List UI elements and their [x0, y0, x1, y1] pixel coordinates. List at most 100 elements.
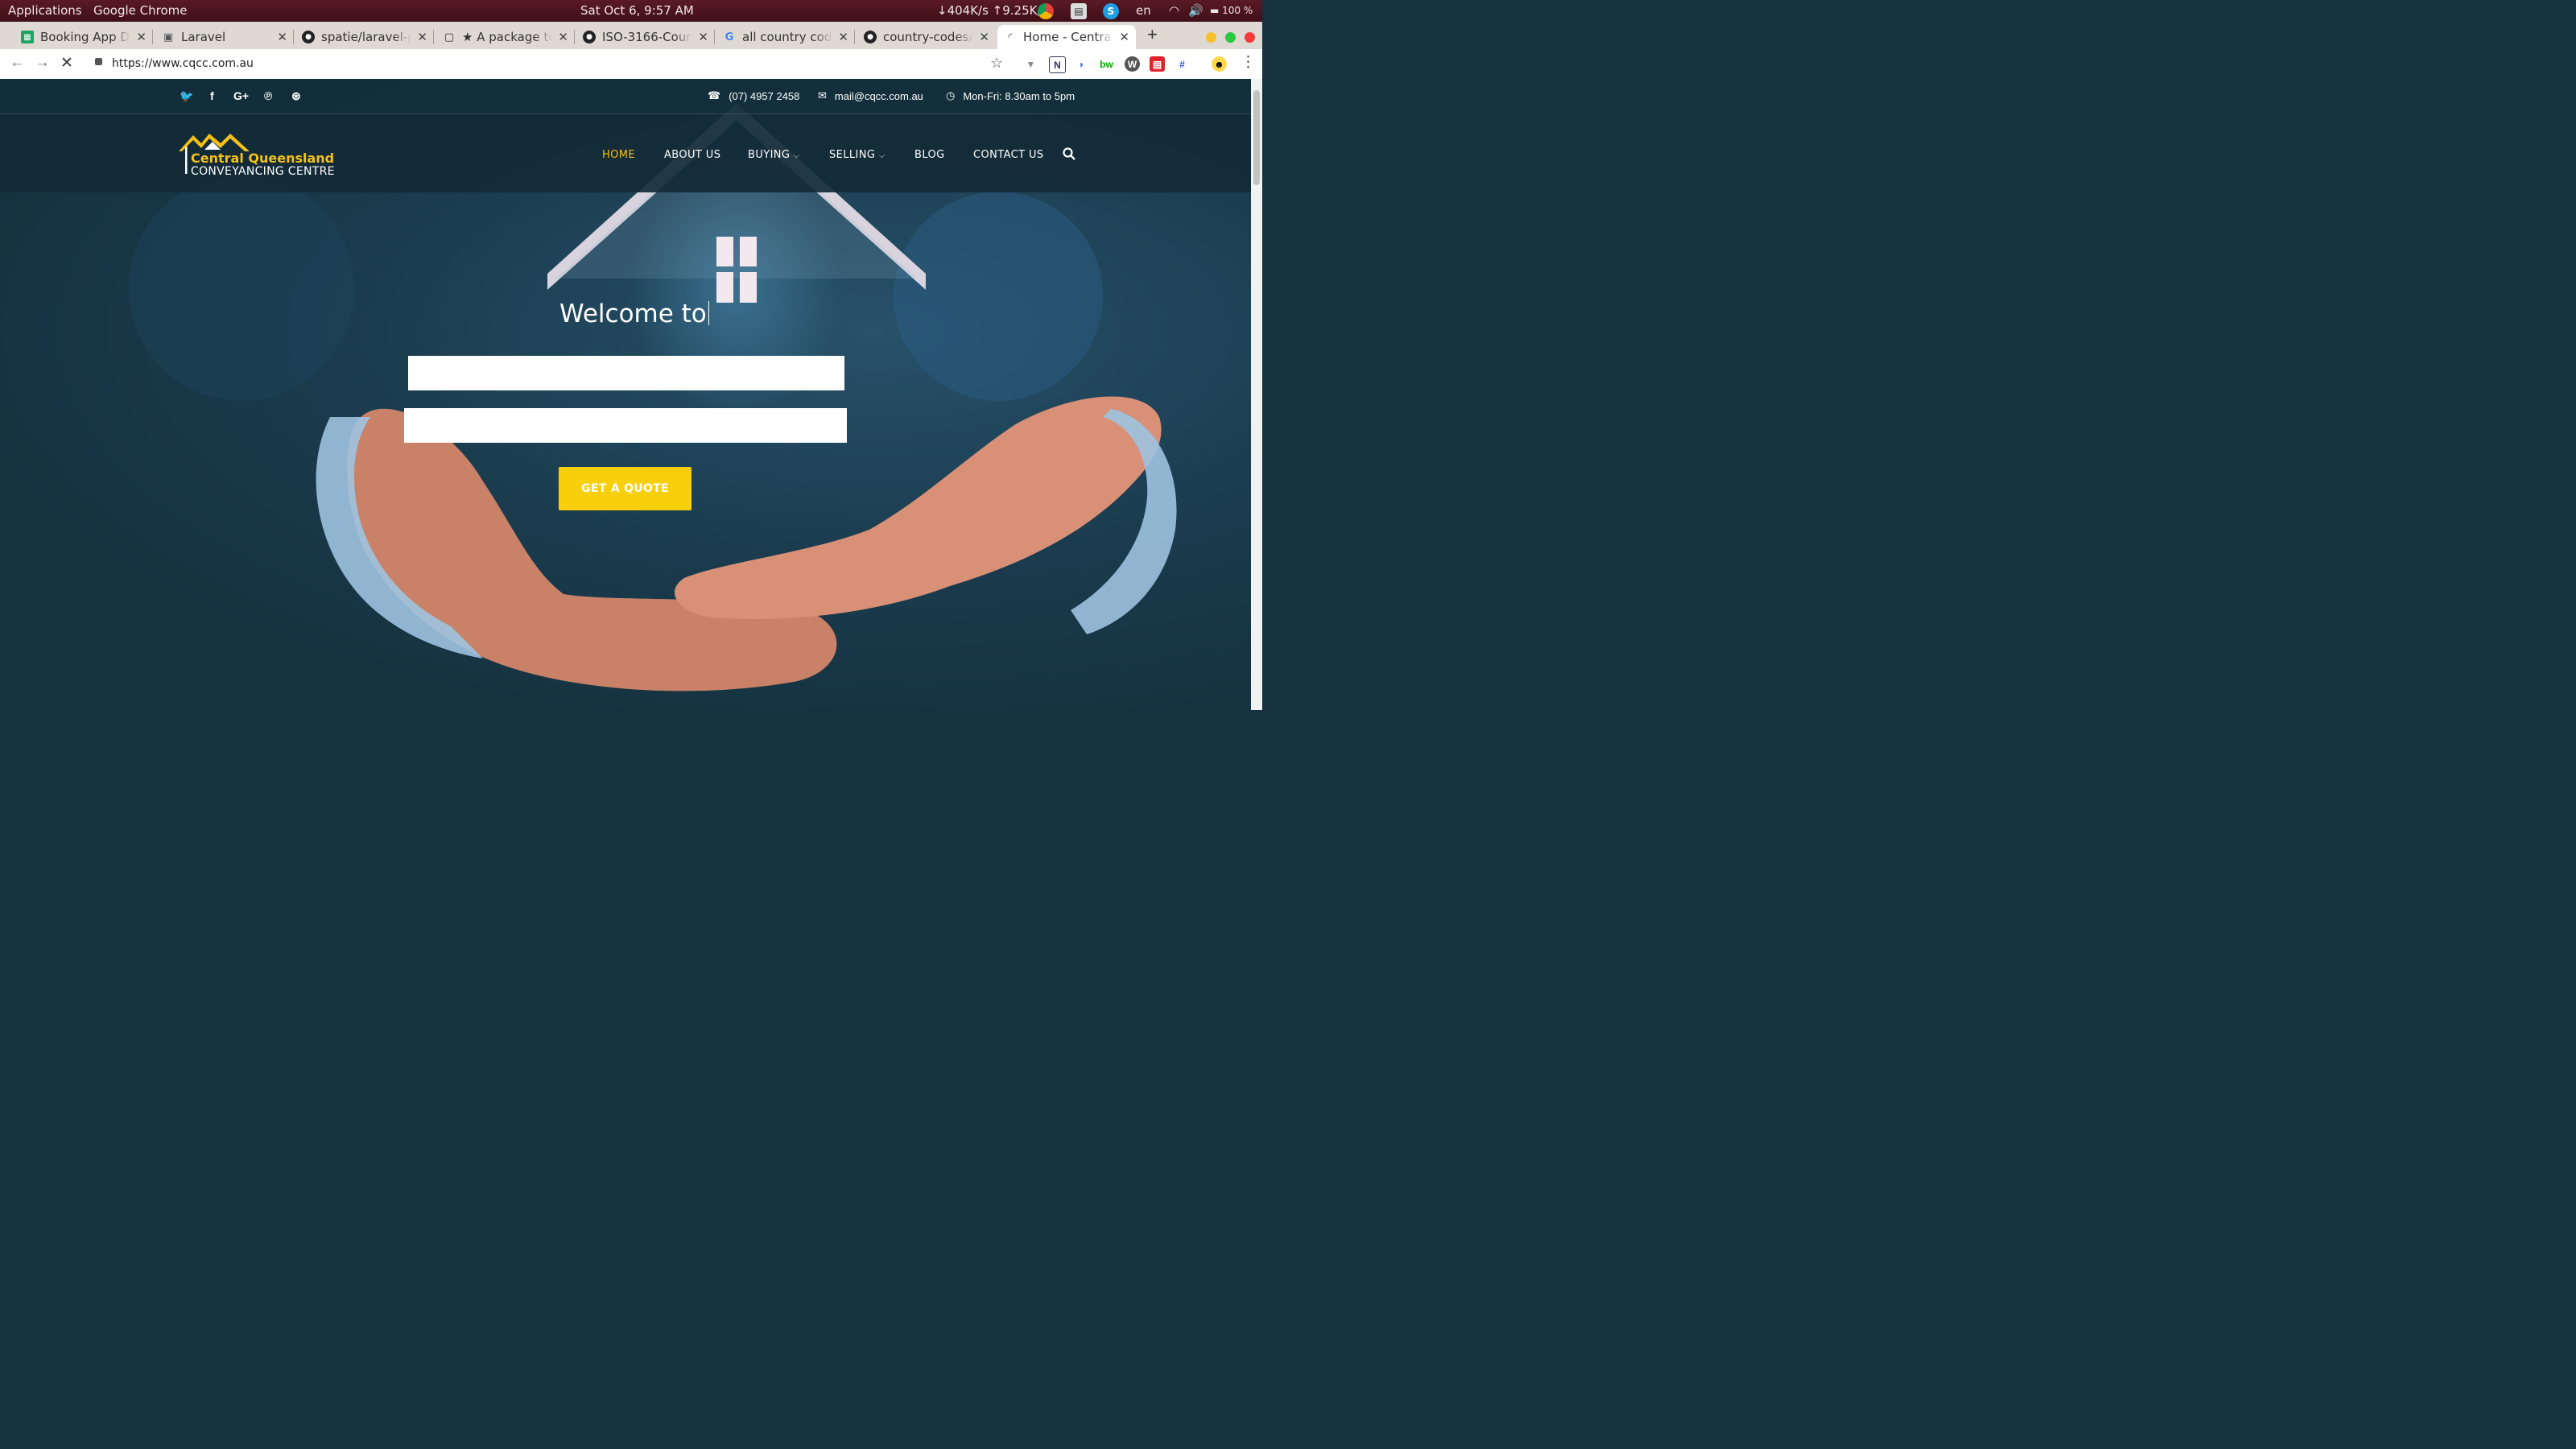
google-icon: G	[724, 31, 734, 43]
wordpress-icon[interactable]: W	[1125, 56, 1140, 72]
tab-iso-3166[interactable]: ● ISO-3166-Countr ✕	[576, 25, 715, 49]
tab-spatie[interactable]: ● spatie/laravel-pe ✕	[295, 25, 434, 49]
close-icon[interactable]: ✕	[277, 30, 287, 44]
tab-country-code-search[interactable]: G all country code ✕	[716, 25, 855, 49]
tab-title: ISO-3166-Countr	[602, 30, 692, 44]
email-contact[interactable]: ✉ mail@cqcc.com.au	[818, 89, 923, 102]
phone-icon: ☎	[708, 89, 721, 101]
tray-app-icon[interactable]: ▤	[1071, 3, 1087, 19]
twitter-icon[interactable]: 🐦	[180, 89, 193, 103]
network-speed: ↓404K/s ↑9.25K/s	[937, 3, 1048, 18]
tab-title: Home - Central C	[1023, 30, 1113, 44]
stop-loading-button[interactable]: ✕	[60, 54, 73, 72]
applications-menu[interactable]: Applications	[8, 3, 82, 18]
facebook-icon[interactable]: f	[210, 89, 214, 102]
nav-buying-label: BUYING	[748, 149, 791, 161]
page-icon: ▢	[444, 31, 455, 43]
hours-text: Mon-Fri: 8.30am to 5pm	[963, 89, 1075, 102]
tab-strip: ▦ Booking App Dat ✕ ▣ Laravel ✕ ● spatie…	[0, 22, 1262, 49]
os-top-bar: Applications Google Chrome Sat Oct 6, 9:…	[0, 0, 1262, 22]
nav-blog[interactable]: BLOG	[914, 149, 945, 161]
skype-icon[interactable]: S	[1103, 3, 1119, 19]
minimize-button[interactable]	[1206, 32, 1216, 43]
profile-avatar[interactable]: ☻	[1212, 56, 1227, 72]
phone-contact[interactable]: ☎ (07) 4957 2458	[708, 89, 799, 102]
logo-title[interactable]: Central Queensland	[191, 151, 334, 166]
url-text[interactable]: https://www.cqcc.com.au	[112, 57, 254, 70]
bookmark-star-icon[interactable]: ☆	[990, 55, 1003, 72]
close-icon[interactable]: ✕	[558, 30, 568, 44]
maximize-button[interactable]	[1225, 32, 1236, 43]
clock-icon: ◷	[946, 89, 956, 101]
tab-home-central[interactable]: ◜ Home - Central C ✕	[997, 25, 1136, 49]
keyboard-language[interactable]: en	[1136, 3, 1151, 18]
hero-text-bar-2	[404, 408, 847, 443]
battery-level: 100 %	[1222, 5, 1253, 16]
tab-title: all country code	[742, 30, 832, 44]
tab-title: ★ A package to a	[462, 30, 552, 44]
nav-home[interactable]: HOME	[602, 149, 635, 161]
tab-title: country-codes/cc	[883, 30, 973, 44]
wifi-icon[interactable]: ◠	[1169, 3, 1179, 18]
hero-heading-text: Welcome to	[559, 299, 707, 328]
tab-title: spatie/laravel-pe	[321, 30, 411, 44]
site-header: Central Queensland CONVEYANCING CENTRE H…	[0, 114, 1251, 192]
tab-title: Laravel	[181, 30, 226, 44]
github-icon: ●	[302, 31, 315, 43]
active-app-name[interactable]: Google Chrome	[93, 3, 188, 18]
nav-buying[interactable]: BUYING ⌵	[748, 149, 799, 161]
tab-booking-app[interactable]: ▦ Booking App Dat ✕	[14, 25, 153, 49]
nav-contact-us[interactable]: CONTACT US	[973, 149, 1044, 161]
vue-devtools-icon[interactable]: ▼	[1023, 56, 1038, 72]
back-button[interactable]: ←	[10, 54, 25, 72]
github-icon: ●	[583, 31, 596, 43]
close-icon[interactable]: ✕	[979, 30, 989, 44]
nav-about-us[interactable]: ABOUT US	[664, 149, 720, 161]
typing-caret	[708, 301, 709, 325]
browser-toolbar: ← → ✕ https://www.cqcc.com.au ☆ ▼ N ◗ bw…	[0, 49, 1262, 80]
tab-country-codes[interactable]: ● country-codes/cc ✕	[857, 25, 996, 49]
notion-extension-icon[interactable]: N	[1049, 56, 1066, 73]
pinterest-icon[interactable]: ℗	[264, 89, 272, 102]
volume-icon[interactable]: 🔊	[1188, 3, 1203, 18]
tab-title: Booking App Dat	[40, 30, 130, 44]
close-icon[interactable]: ✕	[417, 30, 427, 44]
get-a-quote-button[interactable]: GET A QUOTE	[559, 467, 691, 510]
lastpass-icon[interactable]: ▤	[1150, 56, 1165, 72]
github-icon: ●	[864, 31, 877, 43]
sheets-icon: ▦	[21, 31, 34, 43]
chevron-down-icon: ⌵	[878, 152, 886, 160]
battery-indicator[interactable]: ▬ 100 %	[1210, 5, 1253, 16]
chrome-icon[interactable]	[1038, 3, 1054, 19]
scrollbar-thumb[interactable]	[1253, 90, 1260, 185]
google-plus-icon[interactable]: G+	[233, 89, 249, 102]
hero-heading: Welcome to	[559, 299, 709, 328]
email-address: mail@cqcc.com.au	[834, 89, 923, 102]
close-icon[interactable]: ✕	[838, 30, 848, 44]
page-icon: ▣	[163, 31, 174, 43]
top-info-strip: 🐦 f G+ ℗ ⊛ ☎ (07) 4957 2458 ✉ mail@cqcc.…	[0, 79, 1251, 114]
grid-extension-icon[interactable]: #	[1174, 56, 1190, 72]
close-icon[interactable]: ✕	[698, 30, 708, 44]
lock-icon[interactable]	[95, 58, 102, 65]
chevron-down-icon: ⌵	[793, 152, 800, 160]
tab-laravel[interactable]: ▣ Laravel ✕	[155, 25, 294, 49]
hero-text-bar-1	[408, 356, 844, 390]
nav-selling[interactable]: SELLING ⌵	[829, 149, 885, 161]
close-icon[interactable]: ✕	[1119, 30, 1129, 44]
close-window-button[interactable]	[1245, 32, 1255, 43]
dribbble-icon[interactable]: ⊛	[291, 89, 301, 103]
opening-hours: ◷ Mon-Fri: 8.30am to 5pm	[946, 89, 1075, 102]
search-icon[interactable]	[1063, 147, 1075, 160]
page-scrollbar[interactable]	[1251, 79, 1262, 710]
close-icon[interactable]: ✕	[136, 30, 147, 44]
forward-button[interactable]: →	[35, 54, 50, 72]
extension-icon[interactable]: ◗	[1074, 56, 1089, 72]
envelope-icon: ✉	[818, 89, 827, 101]
builtwith-icon[interactable]: bw	[1099, 56, 1114, 72]
logo-subtitle[interactable]: CONVEYANCING CENTRE	[191, 165, 335, 178]
menu-kebab-icon[interactable]: ⋮	[1241, 53, 1256, 72]
clock[interactable]: Sat Oct 6, 9:57 AM	[580, 3, 694, 18]
new-tab-button[interactable]: +	[1147, 24, 1158, 45]
tab-package[interactable]: ▢ ★ A package to a ✕	[436, 25, 575, 49]
